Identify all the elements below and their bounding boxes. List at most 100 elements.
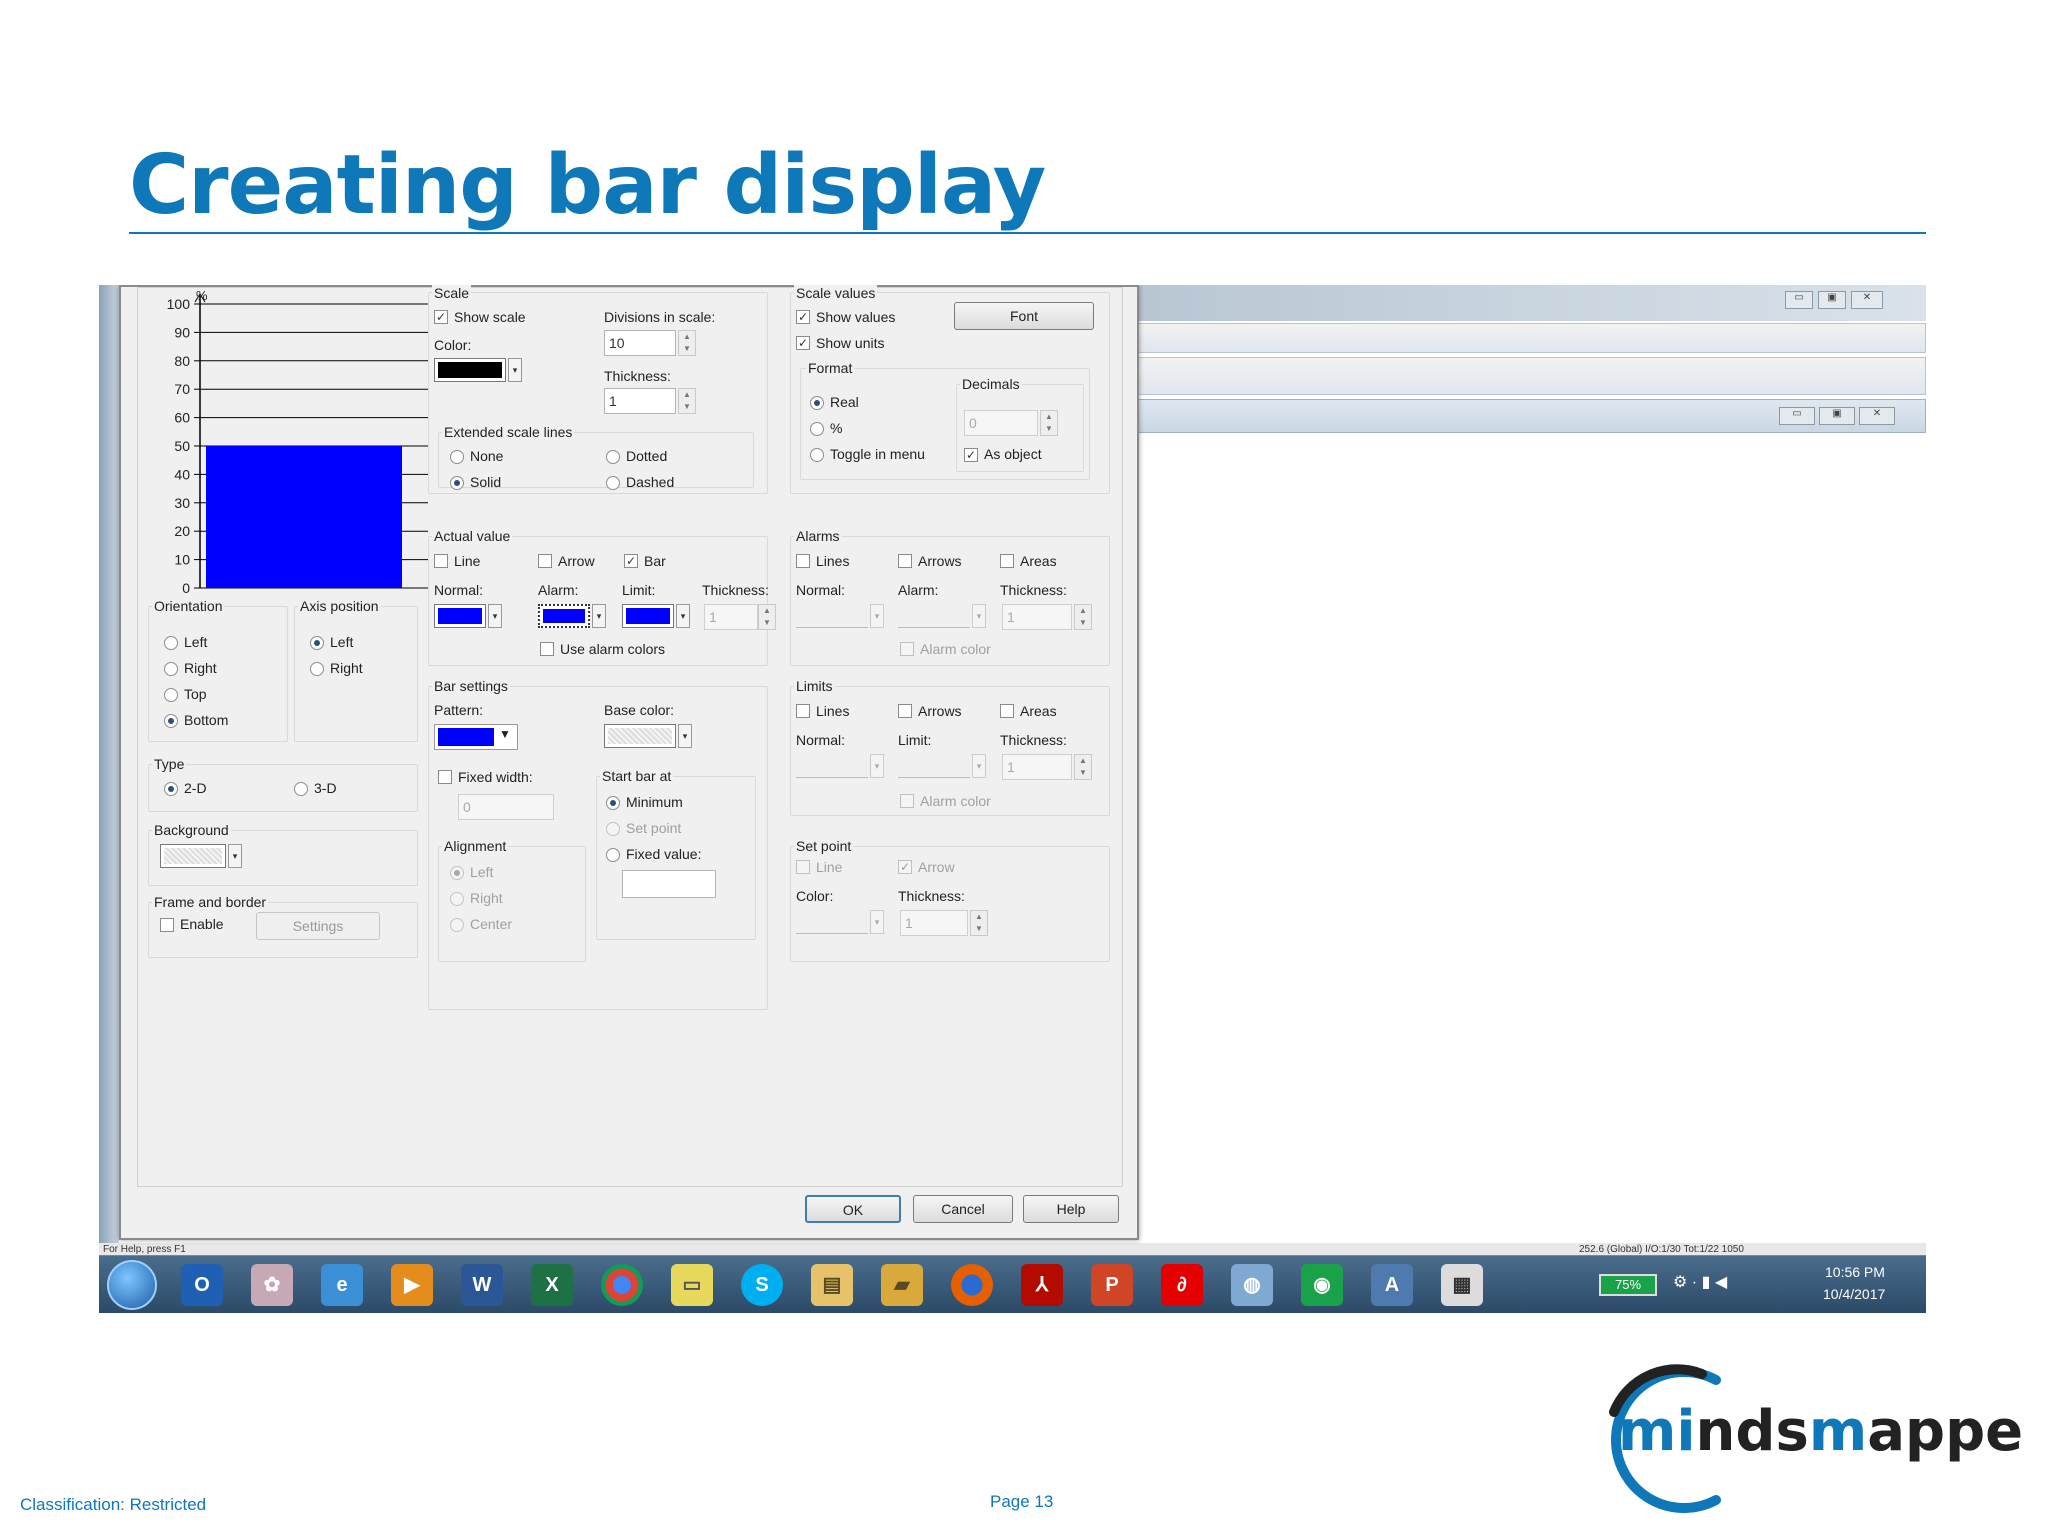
alarms-lines-checkbox[interactable]: [796, 554, 810, 568]
firefox-icon[interactable]: [951, 1264, 993, 1306]
ok-button[interactable]: OK: [805, 1195, 901, 1223]
frame-settings-button[interactable]: Settings: [256, 912, 380, 940]
as-object-checkbox[interactable]: ✓: [964, 448, 978, 462]
alarms-normal-swatch[interactable]: [796, 604, 868, 628]
actual-thickness-spinner[interactable]: ▲ ▼: [758, 604, 776, 630]
skype-icon[interactable]: S: [741, 1264, 783, 1306]
child-close-button[interactable]: ✕: [1859, 407, 1895, 425]
fixed-width-input[interactable]: 0: [458, 794, 554, 820]
limits-arrows-checkbox[interactable]: [898, 704, 912, 718]
internet-explorer-icon[interactable]: e: [321, 1264, 363, 1306]
help-button[interactable]: Help: [1023, 1195, 1119, 1223]
control-panel-icon[interactable]: ◍: [1231, 1264, 1273, 1306]
start-button[interactable]: [107, 1260, 157, 1310]
limits-thickness-input[interactable]: 1: [1002, 754, 1072, 780]
limits-alarm-color-checkbox[interactable]: [900, 794, 914, 808]
scale-none-radio[interactable]: [450, 450, 464, 464]
scale-color-dropdown[interactable]: ▾: [508, 358, 522, 382]
setpoint-line-checkbox[interactable]: [796, 860, 810, 874]
scale-solid-radio[interactable]: [450, 476, 464, 490]
alarms-arrows-checkbox[interactable]: [898, 554, 912, 568]
calculator-icon[interactable]: ▦: [1441, 1264, 1483, 1306]
powerpoint-icon[interactable]: P: [1091, 1264, 1133, 1306]
limits-normal-dropdown[interactable]: ▾: [870, 754, 884, 778]
design-app-icon[interactable]: A: [1371, 1264, 1413, 1306]
divisions-spinner[interactable]: ▲ ▼: [678, 330, 696, 356]
actual-limit-dropdown[interactable]: ▾: [676, 604, 690, 628]
orientation-top-radio[interactable]: [164, 688, 178, 702]
airtel-icon[interactable]: ∂: [1161, 1264, 1203, 1306]
orientation-right-radio[interactable]: [164, 662, 178, 676]
limits-thickness-spinner[interactable]: ▲ ▼: [1074, 754, 1092, 780]
divisions-input[interactable]: 10: [604, 330, 676, 356]
scale-color-swatch[interactable]: [434, 358, 506, 382]
actual-limit-swatch[interactable]: [622, 604, 674, 628]
base-color-swatch[interactable]: [604, 724, 676, 748]
show-scale-checkbox[interactable]: ✓: [434, 310, 448, 324]
sticky-notes-icon[interactable]: ▭: [671, 1264, 713, 1306]
alarms-thickness-spinner[interactable]: ▲ ▼: [1074, 604, 1092, 630]
limits-limit-dropdown[interactable]: ▾: [972, 754, 986, 778]
cancel-button[interactable]: Cancel: [913, 1195, 1013, 1223]
limits-limit-swatch[interactable]: [898, 754, 970, 778]
limits-lines-checkbox[interactable]: [796, 704, 810, 718]
axis-right-radio[interactable]: [310, 662, 324, 676]
scale-thickness-spinner[interactable]: ▲ ▼: [678, 388, 696, 414]
base-color-dropdown[interactable]: ▾: [678, 724, 692, 748]
clock-date[interactable]: 10/4/2017: [1823, 1286, 1885, 1302]
child-maximize-button[interactable]: ▣: [1819, 407, 1855, 425]
frame-enable-checkbox[interactable]: [160, 918, 174, 932]
show-units-checkbox[interactable]: ✓: [796, 336, 810, 350]
setpoint-color-dropdown[interactable]: ▾: [870, 910, 884, 934]
limits-areas-checkbox[interactable]: [1000, 704, 1014, 718]
window-maximize-button[interactable]: ▣: [1818, 291, 1846, 309]
setpoint-arrow-checkbox[interactable]: ✓: [898, 860, 912, 874]
word-icon[interactable]: W: [461, 1264, 503, 1306]
folder-icon[interactable]: ▰: [881, 1264, 923, 1306]
alarms-normal-dropdown[interactable]: ▾: [870, 604, 884, 628]
orientation-left-radio[interactable]: [164, 636, 178, 650]
start-minimum-radio[interactable]: [606, 796, 620, 810]
scale-dashed-radio[interactable]: [606, 476, 620, 490]
alarms-alarm-swatch[interactable]: [898, 604, 970, 628]
scale-thickness-input[interactable]: 1: [604, 388, 676, 414]
actual-normal-swatch[interactable]: [434, 604, 486, 628]
font-button[interactable]: Font: [954, 302, 1094, 330]
outlook-icon[interactable]: O: [181, 1264, 223, 1306]
limits-normal-swatch[interactable]: [796, 754, 868, 778]
axis-left-radio[interactable]: [310, 636, 324, 650]
clock-time[interactable]: 10:56 PM: [1825, 1264, 1885, 1280]
window-minimize-button[interactable]: ▭: [1785, 291, 1813, 309]
setpoint-color-swatch[interactable]: [796, 910, 868, 934]
actual-bar-checkbox[interactable]: ✓: [624, 554, 638, 568]
actual-thickness-input[interactable]: 1: [704, 604, 758, 630]
monitor-app-icon[interactable]: ◉: [1301, 1264, 1343, 1306]
paint-icon[interactable]: ✿: [251, 1264, 293, 1306]
background-dropdown-button[interactable]: ▾: [228, 844, 242, 868]
orientation-bottom-radio[interactable]: [164, 714, 178, 728]
setpoint-thickness-input[interactable]: 1: [900, 910, 968, 936]
use-alarm-colors-checkbox[interactable]: [540, 642, 554, 656]
alarms-thickness-input[interactable]: 1: [1002, 604, 1072, 630]
format-real-radio[interactable]: [810, 396, 824, 410]
alarms-alarm-dropdown[interactable]: ▾: [972, 604, 986, 628]
toggle-in-menu-radio[interactable]: [810, 448, 824, 462]
actual-arrow-checkbox[interactable]: [538, 554, 552, 568]
tray-icons[interactable]: ⚙ · ▮ ◀: [1673, 1272, 1727, 1292]
fixed-width-checkbox[interactable]: [438, 770, 452, 784]
align-right-radio[interactable]: [450, 892, 464, 906]
actual-alarm-dropdown[interactable]: ▾: [592, 604, 606, 628]
align-center-radio[interactable]: [450, 918, 464, 932]
background-color-swatch[interactable]: [160, 844, 226, 868]
setpoint-thickness-spinner[interactable]: ▲ ▼: [970, 910, 988, 936]
align-left-radio[interactable]: [450, 866, 464, 880]
battery-indicator[interactable]: 75%: [1599, 1274, 1657, 1296]
type-2d-radio[interactable]: [164, 782, 178, 796]
start-set-point-radio[interactable]: [606, 822, 620, 836]
scale-dotted-radio[interactable]: [606, 450, 620, 464]
decimals-spinner[interactable]: ▲ ▼: [1040, 410, 1058, 436]
start-fixed-value-radio[interactable]: [606, 848, 620, 862]
alarms-alarm-color-checkbox[interactable]: [900, 642, 914, 656]
decimals-input[interactable]: 0: [964, 410, 1038, 436]
format-percent-radio[interactable]: [810, 422, 824, 436]
